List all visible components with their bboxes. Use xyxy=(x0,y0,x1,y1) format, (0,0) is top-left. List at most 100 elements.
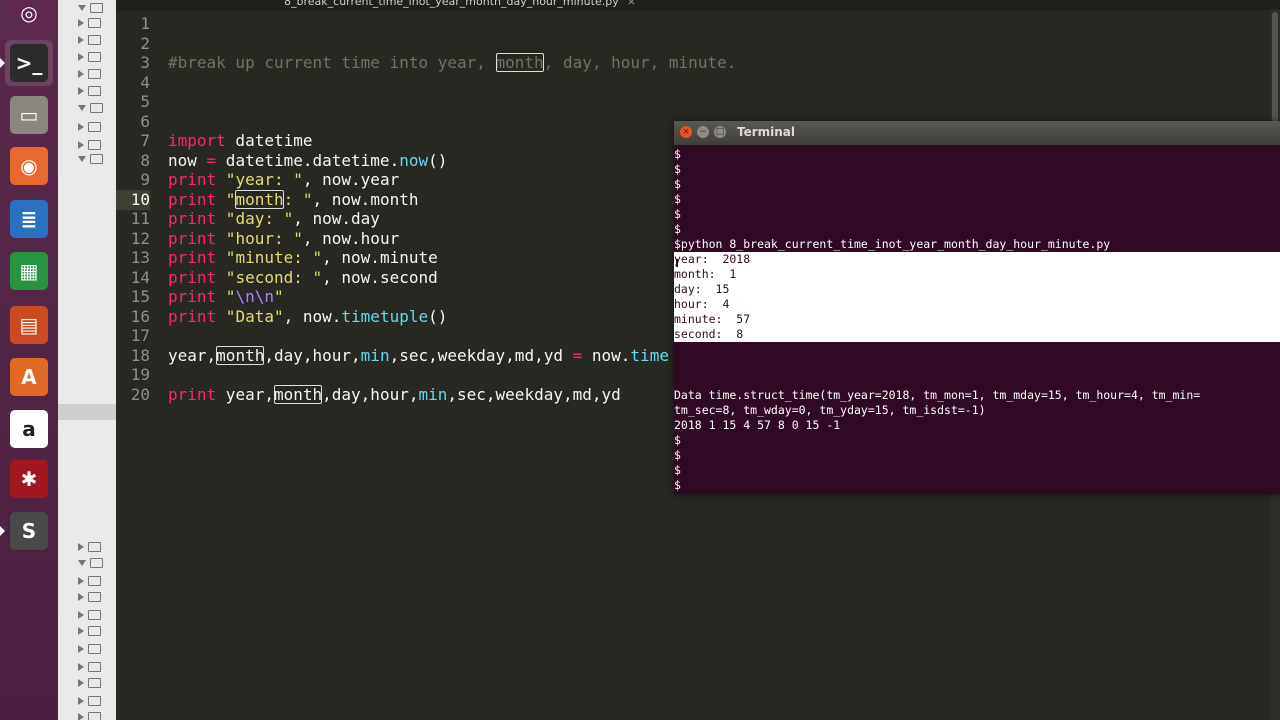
line-number: 19 xyxy=(130,365,150,384)
launcher-writer[interactable]: ≣ xyxy=(5,196,53,242)
launcher-sublime-text[interactable]: S xyxy=(5,508,53,554)
sidebar-folder-row[interactable] xyxy=(78,608,101,622)
chevron-down-icon[interactable] xyxy=(78,5,86,11)
code-line-20: print year,month,day,hour,min,sec,weekda… xyxy=(168,384,621,404)
folder-icon xyxy=(88,662,101,672)
sidebar-folder-row[interactable] xyxy=(78,710,101,720)
chevron-right-icon[interactable] xyxy=(78,663,84,671)
sidebar-folder-row[interactable] xyxy=(78,556,103,570)
close-icon[interactable]: × xyxy=(680,126,692,138)
terminal-window[interactable]: × − □ Terminal $ $ $ $ $ $ $python 8_break_cur… xyxy=(674,121,1280,494)
impress-icon: ▤ xyxy=(10,306,48,344)
sidebar-folder-row[interactable] xyxy=(78,624,101,638)
launcher-firefox[interactable]: ◉ xyxy=(5,143,53,189)
folder-icon xyxy=(88,35,101,45)
line-number: 2 xyxy=(140,33,150,53)
sublime-text-icon: S xyxy=(10,512,48,550)
launcher-dash[interactable]: ◎ xyxy=(5,0,53,36)
code-line-3: #break up current time into year, month,… xyxy=(168,53,737,72)
sidebar-folder-row[interactable] xyxy=(78,67,101,81)
chevron-right-icon[interactable] xyxy=(78,53,84,61)
code-line-11: print "day: ", now.day xyxy=(168,209,380,228)
output-line: month: 1 xyxy=(674,267,737,281)
launcher-system-settings[interactable]: ✱ xyxy=(5,456,53,502)
folder-icon xyxy=(90,558,103,568)
chevron-right-icon[interactable] xyxy=(78,70,84,78)
folder-icon xyxy=(88,644,101,654)
sidebar-folder-row[interactable] xyxy=(78,676,101,690)
sidebar-folder-row[interactable] xyxy=(78,660,101,674)
code-line-12: print "hour: ", now.hour xyxy=(168,228,400,248)
prompt-line: $ xyxy=(674,162,681,176)
folder-icon xyxy=(88,122,101,132)
prompt-line: $ xyxy=(674,147,681,161)
chevron-right-icon[interactable] xyxy=(78,593,84,601)
code-line-18: year,month,day,hour,min,sec,weekday,md,y… xyxy=(168,345,669,365)
prompt-line: $ xyxy=(674,222,681,236)
code-line-7: import datetime xyxy=(168,131,313,150)
line-number: 11 xyxy=(130,209,150,228)
prompt-line: $ xyxy=(674,433,681,447)
launcher-calc[interactable]: ▦ xyxy=(5,248,53,294)
sidebar-folder-row[interactable] xyxy=(78,120,101,134)
launcher-files[interactable]: ▭ xyxy=(5,92,53,138)
tab-close-icon[interactable]: × xyxy=(627,0,636,10)
folder-icon xyxy=(88,712,101,720)
sidebar-folder-row[interactable] xyxy=(78,138,101,152)
launcher-terminal[interactable]: >_ xyxy=(5,40,53,86)
sidebar-folder-row[interactable] xyxy=(78,152,103,166)
output-line: second: 8 xyxy=(674,327,744,341)
chevron-right-icon[interactable] xyxy=(78,611,84,619)
editor-scroll-thumb[interactable] xyxy=(1272,12,1278,130)
chevron-right-icon[interactable] xyxy=(78,543,84,551)
sidebar-folder-row[interactable] xyxy=(78,642,101,656)
chevron-right-icon[interactable] xyxy=(78,19,84,27)
line-number: 1 xyxy=(140,14,150,33)
chevron-right-icon[interactable] xyxy=(78,627,84,635)
terminal-output[interactable]: $ $ $ $ $ $ $python 8_break_current_time_inot_… xyxy=(674,147,1280,494)
line-number: 12 xyxy=(130,228,150,248)
text-selection xyxy=(674,252,1280,342)
chevron-right-icon[interactable] xyxy=(78,713,84,720)
sidebar-scrollbar[interactable] xyxy=(58,404,116,420)
minimize-icon[interactable]: − xyxy=(697,126,709,138)
chevron-right-icon[interactable] xyxy=(78,123,84,131)
chevron-down-icon[interactable] xyxy=(78,105,86,111)
chevron-right-icon[interactable] xyxy=(78,577,84,585)
chevron-right-icon[interactable] xyxy=(78,697,84,705)
sidebar-folder-row[interactable] xyxy=(78,540,101,554)
amazon-icon: a xyxy=(10,410,48,448)
prompt-line: $ xyxy=(674,207,681,221)
sidebar-folder-row[interactable] xyxy=(78,590,101,604)
chevron-down-icon[interactable] xyxy=(78,156,86,162)
sidebar-folder-row[interactable] xyxy=(78,33,101,47)
chevron-right-icon[interactable] xyxy=(78,645,84,653)
line-number: 17 xyxy=(130,326,150,345)
files-icon: ▭ xyxy=(10,96,48,134)
launcher-amazon[interactable]: a xyxy=(5,406,53,452)
chevron-right-icon[interactable] xyxy=(78,141,84,149)
launcher-software-center[interactable]: A xyxy=(5,354,53,400)
sidebar-folder-row[interactable] xyxy=(78,1,103,15)
output-line: day: 15 xyxy=(674,282,730,296)
sidebar-folder-row[interactable] xyxy=(78,694,101,708)
sidebar-folder-row[interactable] xyxy=(78,84,101,98)
sidebar-folder-row[interactable] xyxy=(78,574,101,588)
sidebar-folder-row[interactable] xyxy=(78,16,101,30)
maximize-icon[interactable]: □ xyxy=(714,126,726,138)
firefox-icon: ◉ xyxy=(10,147,48,185)
line-number: 18 xyxy=(130,345,150,365)
folder-icon xyxy=(88,18,101,28)
command-line: $python 8_break_current_time_inot_year_m… xyxy=(674,237,1111,251)
folder-icon xyxy=(88,69,101,79)
line-number: 8 xyxy=(140,150,150,170)
chevron-right-icon[interactable] xyxy=(78,679,84,687)
launcher-impress[interactable]: ▤ xyxy=(5,302,53,348)
sidebar-folder-row[interactable] xyxy=(78,50,101,64)
terminal-titlebar[interactable]: × − □ Terminal xyxy=(674,121,1280,145)
sidebar-folder-row[interactable] xyxy=(78,101,103,115)
chevron-right-icon[interactable] xyxy=(78,87,84,95)
chevron-down-icon[interactable] xyxy=(78,560,86,566)
file-tab[interactable]: 8_break_current_time_inot_year_month_day… xyxy=(274,0,646,10)
chevron-right-icon[interactable] xyxy=(78,36,84,44)
